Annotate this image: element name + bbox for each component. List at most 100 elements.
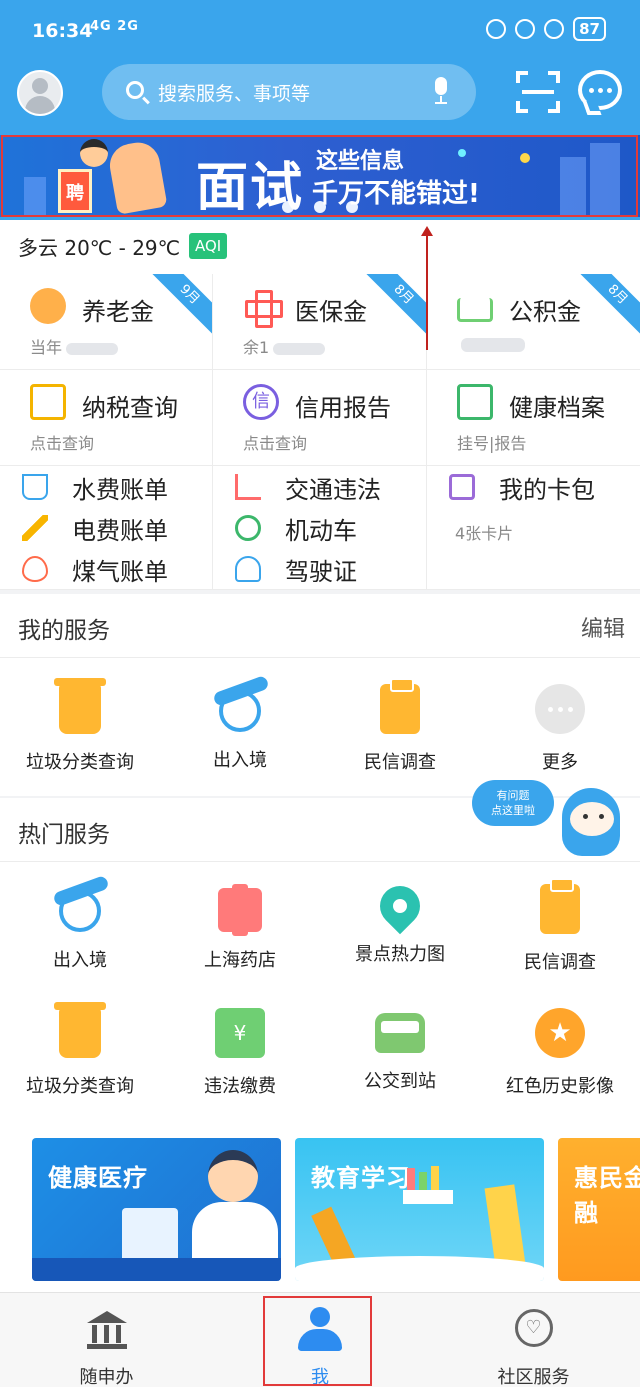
promo-education[interactable]: 教育学习 (295, 1138, 544, 1281)
hot-service-bus-arrival[interactable]: 公交到站 (320, 1008, 480, 1093)
map-pin-icon (371, 877, 429, 935)
water-icon (22, 474, 48, 500)
service-label: 垃圾分类查询 (26, 752, 134, 773)
hot-service-survey[interactable]: 民信调查 (480, 878, 640, 974)
scan-corner (548, 101, 560, 113)
book-illustration (407, 1168, 415, 1190)
pension-sub: 当年 (30, 334, 119, 358)
utility-bills-column: 水费账单 电费账单 煤气账单 (0, 466, 213, 590)
month-ribbon: 9月 (149, 274, 212, 335)
assistant-bubble-line2: 点这里啦 (491, 804, 535, 817)
search-bar[interactable]: 搜索服务、事项等 (102, 64, 476, 120)
medical-cross-icon (243, 288, 283, 328)
service-garbage-sorting[interactable]: 垃圾分类查询 (0, 678, 160, 774)
nav-tab-home[interactable]: 随申办 (0, 1293, 213, 1387)
hot-service-garbage-sorting[interactable]: 垃圾分类查询 (0, 1002, 160, 1098)
blurred-amount (66, 342, 119, 355)
service-more[interactable]: 更多 (480, 684, 640, 774)
medical-sub-text: 余1 (243, 338, 270, 357)
health-record-cell[interactable]: 健康档案 挂号|报告 (427, 370, 640, 466)
message-dot (607, 88, 612, 93)
hot-service-fine-payment[interactable]: ¥ 违法缴费 (160, 1008, 320, 1098)
hot-service-immigration[interactable]: 出入境 (0, 884, 160, 972)
mic-capsule (435, 77, 447, 95)
service-label: 出入境 (53, 950, 107, 971)
mascot-eye (599, 814, 604, 819)
housing-fund-cell[interactable]: 公积金 8月 (427, 274, 640, 370)
promo-banner[interactable]: 聘 面试 这些信息 千万不能错过! (0, 135, 640, 217)
clipboard-icon (380, 678, 420, 734)
medical-insurance-cell[interactable]: 医保金 余1 8月 (213, 274, 427, 370)
promo-title: 健康医疗 (48, 1164, 148, 1192)
gas-bill-item[interactable]: 煤气账单 (0, 548, 168, 589)
water-bill-item[interactable]: 水费账单 (0, 466, 168, 508)
aqi-badge[interactable]: AQI (189, 233, 228, 259)
hot-service-red-history[interactable]: ★ 红色历史影像 (480, 1008, 640, 1098)
service-label: 违法缴费 (204, 1076, 276, 1097)
status-icons: 87 (486, 17, 606, 41)
shelf-illustration (403, 1190, 453, 1204)
credit-report-cell[interactable]: 信 信用报告 点击查询 (213, 370, 427, 466)
pharmacy-cross-icon (218, 884, 262, 936)
service-label: 垃圾分类查询 (26, 1076, 134, 1097)
assistant-bubble-line1: 有问题 (496, 789, 530, 802)
electricity-bill-label: 电费账单 (72, 516, 168, 545)
driver-license-item[interactable]: 驾驶证 (213, 548, 357, 589)
more-dot (558, 707, 563, 712)
doctor-head-illustration (208, 1150, 258, 1202)
traffic-violation-item[interactable]: 交通违法 (213, 466, 381, 508)
more-dot (568, 707, 573, 712)
promo-health-medical[interactable]: 健康医疗 (32, 1138, 281, 1281)
nav-tab-me[interactable]: 我 (213, 1293, 427, 1387)
edit-button[interactable]: 编辑 (581, 611, 625, 643)
vehicle-item[interactable]: 机动车 (213, 507, 357, 549)
airplane-globe-icon (219, 690, 261, 732)
clipboard-icon (540, 878, 580, 934)
pension-cell[interactable]: 养老金 当年 9月 (0, 274, 213, 370)
microphone-icon[interactable] (433, 77, 449, 105)
card-wallet-label: 我的卡包 (499, 475, 595, 504)
recycle-bin-icon (54, 678, 106, 734)
user-avatar[interactable] (17, 70, 63, 116)
nav-tab-community[interactable]: 社区服务 (427, 1293, 640, 1387)
assistant-bubble: 有问题 点这里啦 (472, 780, 554, 826)
message-icon[interactable] (578, 70, 622, 110)
gas-bill-label: 煤气账单 (72, 557, 168, 586)
hot-service-heatmap[interactable]: 景点热力图 (320, 877, 480, 966)
service-label: 更多 (542, 752, 578, 773)
card-wallet-item[interactable]: 我的卡包 (427, 466, 595, 508)
building-column (91, 1325, 97, 1343)
promo-cards-row: 健康医疗 教育学习 惠民金融 (0, 1112, 640, 1292)
airplane-globe-icon (59, 890, 101, 932)
credit-title: 信用报告 (295, 394, 391, 422)
assistant-floating-button[interactable]: 有问题 点这里啦 (472, 780, 640, 880)
service-label: 公交到站 (364, 1071, 436, 1092)
steering-wheel-icon (235, 515, 261, 541)
status-bar: 16:34 4G 2G 87 (0, 0, 640, 62)
tax-query-cell[interactable]: 纳税查询 点击查询 (0, 370, 213, 466)
pension-title: 养老金 (82, 298, 154, 326)
scan-corner (548, 71, 560, 83)
card-wallet-cell[interactable]: 我的卡包 4张卡片 (427, 466, 640, 590)
government-building-icon (86, 1311, 127, 1351)
banner-building (24, 177, 46, 217)
service-label: 出入境 (213, 750, 267, 771)
my-services-title: 我的服务 (18, 618, 110, 644)
pension-sub-text: 当年 (30, 338, 63, 357)
more-dots-icon (535, 684, 585, 734)
alarm-icon (544, 19, 565, 39)
service-immigration[interactable]: 出入境 (160, 684, 320, 772)
weather-bar[interactable]: 多云 20℃ - 29℃ AQI (0, 220, 640, 274)
status-time: 16:34 (32, 20, 93, 42)
credit-sub: 点击查询 (243, 434, 308, 453)
promo-finance[interactable]: 惠民金融 (558, 1138, 640, 1281)
scan-icon[interactable] (516, 71, 560, 113)
driver-license-label: 驾驶证 (285, 557, 357, 586)
scan-corner (516, 71, 528, 83)
banner-title: 面试 (196, 158, 305, 217)
electricity-bill-item[interactable]: 电费账单 (0, 507, 168, 549)
traffic-violation-label: 交通违法 (285, 475, 381, 504)
hot-service-pharmacy[interactable]: 上海药店 (160, 884, 320, 972)
service-survey[interactable]: 民信调查 (320, 678, 480, 774)
building-column (103, 1325, 109, 1343)
